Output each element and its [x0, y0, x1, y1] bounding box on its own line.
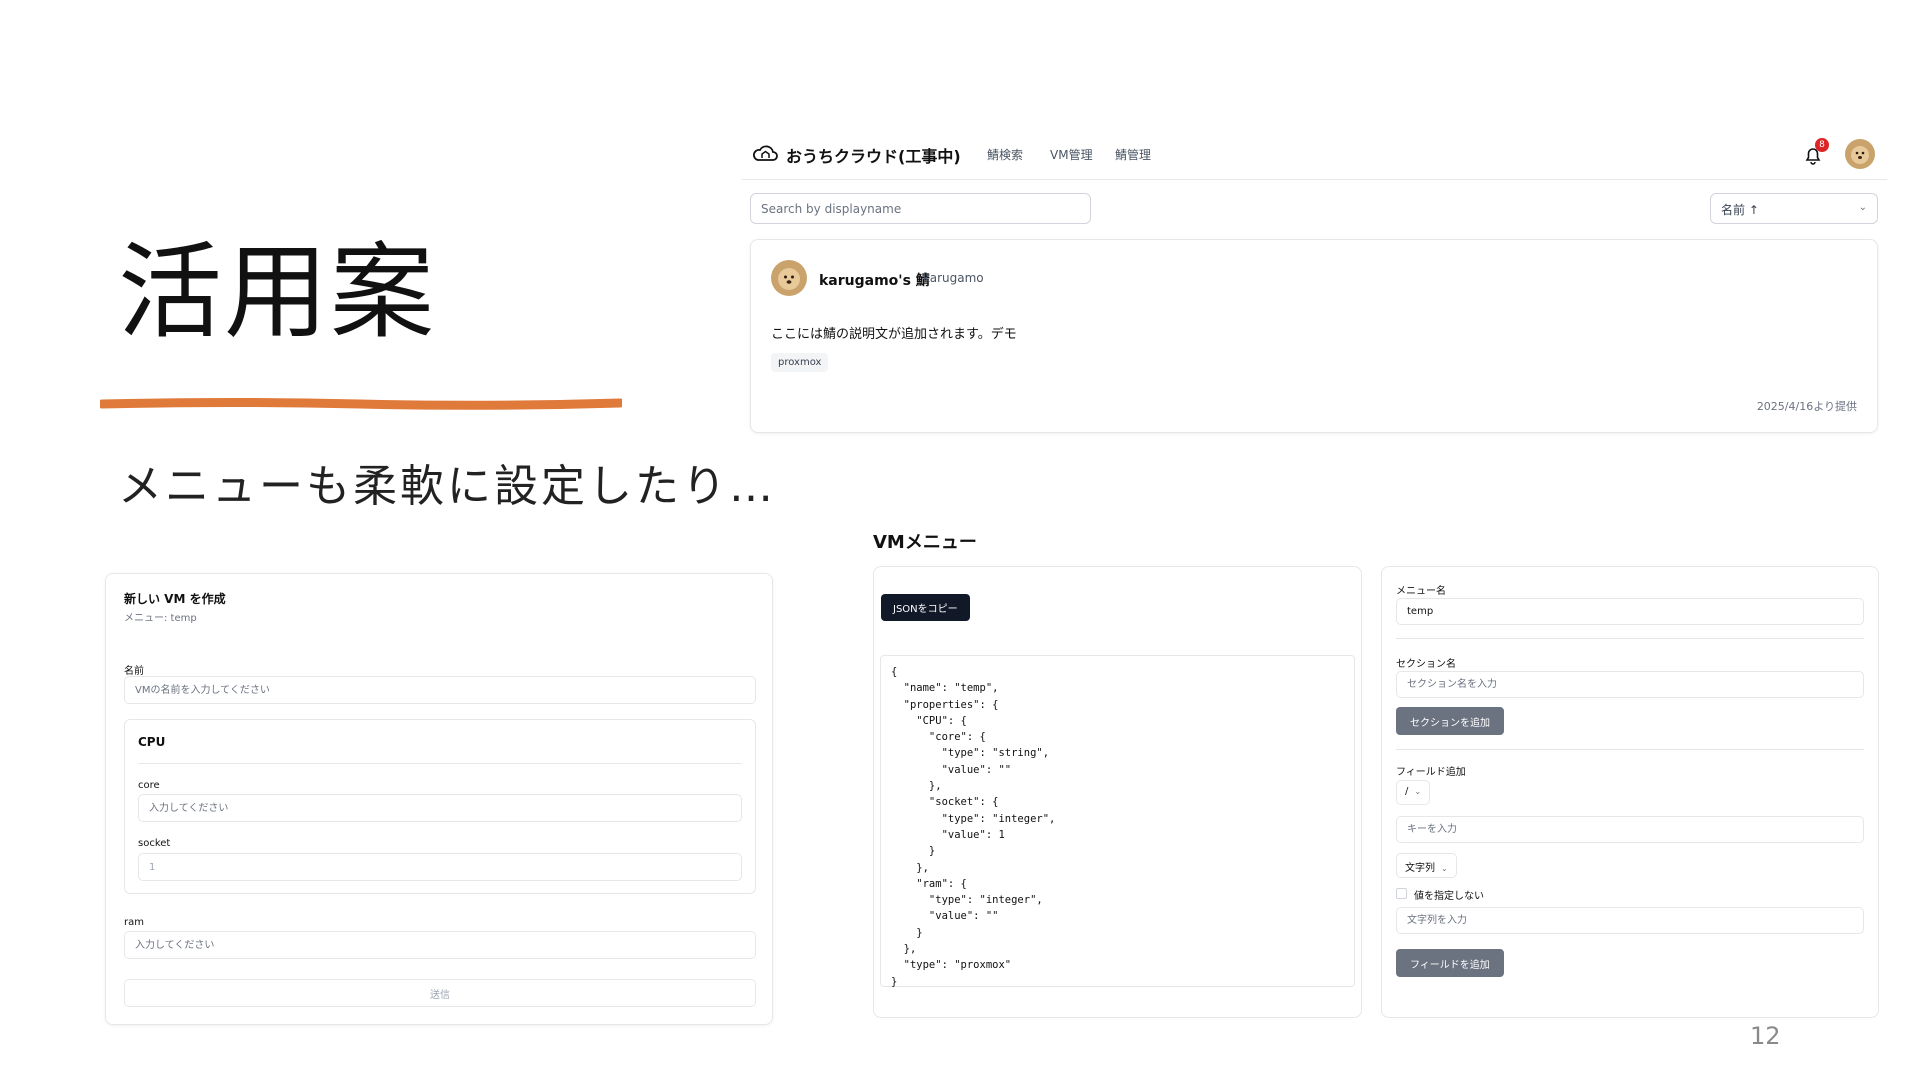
ram-input[interactable]: [124, 931, 756, 959]
menu-name-input[interactable]: [1396, 598, 1864, 625]
core-input[interactable]: [138, 794, 742, 822]
key-input[interactable]: [1396, 816, 1864, 843]
server-card[interactable]: karugamo's 鯖 karugamo ここには鯖の説明文が追加されます。デ…: [750, 239, 1878, 433]
owner-avatar: [771, 260, 807, 296]
card-tag: proxmox: [771, 353, 829, 372]
slide-title: 活用案: [118, 231, 437, 353]
card-description: ここには鯖の説明文が追加されます。デモ: [771, 327, 1017, 342]
divider: [138, 763, 742, 764]
type-select[interactable]: 文字列 ⌄: [1396, 853, 1457, 878]
cloud-home-icon[interactable]: [752, 142, 778, 164]
vm-name-input[interactable]: [124, 676, 756, 704]
section-name-label: セクション名: [1396, 659, 1456, 670]
name-label: 名前: [124, 666, 144, 677]
nav-vm-management[interactable]: VM管理: [1050, 146, 1093, 163]
page-number: 12: [1750, 1022, 1781, 1050]
card-owner-name: karugamo's 鯖: [819, 273, 930, 289]
nav-server-management[interactable]: 鯖管理: [1115, 146, 1151, 163]
chevron-down-icon: ⌄: [1441, 864, 1448, 873]
copy-json-button[interactable]: JSONをコピー: [881, 594, 970, 621]
path-select-value: /: [1405, 786, 1409, 797]
type-select-value: 文字列: [1405, 863, 1435, 874]
card-date: 2025/4/16より提供: [1756, 400, 1857, 413]
app-screenshot: おうちクラウド(工事中) 鯖検索 VM管理 鯖管理 8 名前 ↑ ⌄ karug…: [742, 130, 1887, 440]
ram-label: ram: [124, 917, 144, 928]
section-name-input[interactable]: [1396, 671, 1864, 698]
divider: [1396, 749, 1864, 750]
sort-select-value: 名前 ↑: [1721, 203, 1759, 217]
app-title[interactable]: おうちクラウド(工事中): [786, 143, 961, 167]
form-subtitle: メニュー: temp: [124, 613, 197, 624]
value-input[interactable]: [1396, 907, 1864, 934]
cpu-section: CPU core socket: [124, 719, 756, 894]
slide-subtitle: メニューも柔軟に設定したり…: [118, 461, 776, 512]
sort-select[interactable]: 名前 ↑ ⌄: [1710, 193, 1878, 224]
menu-name-label: メニュー名: [1396, 586, 1446, 597]
vm-menu-title: VMメニュー: [873, 532, 977, 553]
add-field-button[interactable]: フィールドを追加: [1396, 949, 1504, 977]
chevron-down-icon: ⌄: [1858, 202, 1867, 213]
add-section-button[interactable]: セクションを追加: [1396, 707, 1504, 735]
menu-editor-panel: メニュー名 セクション名 セクションを追加 フィールド追加 /⌄ 文字列⌄ 値を…: [1381, 566, 1879, 1018]
socket-label: socket: [138, 838, 171, 849]
cpu-section-title: CPU: [138, 735, 166, 749]
create-vm-form: 新しい VM を作成 メニュー: temp 名前 CPU core socket…: [105, 573, 773, 1025]
nullable-label: 値を指定しない: [1414, 891, 1484, 902]
socket-input[interactable]: [138, 853, 742, 881]
json-preview: { "name": "temp", "properties": { "CPU":…: [880, 655, 1355, 988]
top-navbar: おうちクラウド(工事中) 鯖検索 VM管理 鯖管理 8: [742, 130, 1887, 180]
json-code: { "name": "temp", "properties": { "CPU":…: [891, 666, 1056, 988]
add-field-label: フィールド追加: [1396, 767, 1466, 778]
notification-badge: 8: [1815, 138, 1829, 152]
search-input[interactable]: [750, 193, 1091, 224]
title-underline: [100, 398, 622, 410]
path-select[interactable]: / ⌄: [1396, 780, 1431, 805]
nav-server-search[interactable]: 鯖検索: [987, 146, 1023, 163]
submit-button[interactable]: 送信: [124, 979, 756, 1007]
card-username: karugamo: [923, 271, 984, 285]
core-label: core: [138, 780, 160, 791]
nullable-checkbox[interactable]: [1396, 888, 1407, 899]
json-preview-panel: JSONをコピー { "name": "temp", "properties":…: [873, 566, 1362, 1018]
user-avatar[interactable]: [1845, 139, 1875, 169]
chevron-down-icon: ⌄: [1414, 787, 1422, 796]
form-title: 新しい VM を作成: [124, 592, 226, 606]
divider: [1396, 638, 1864, 639]
